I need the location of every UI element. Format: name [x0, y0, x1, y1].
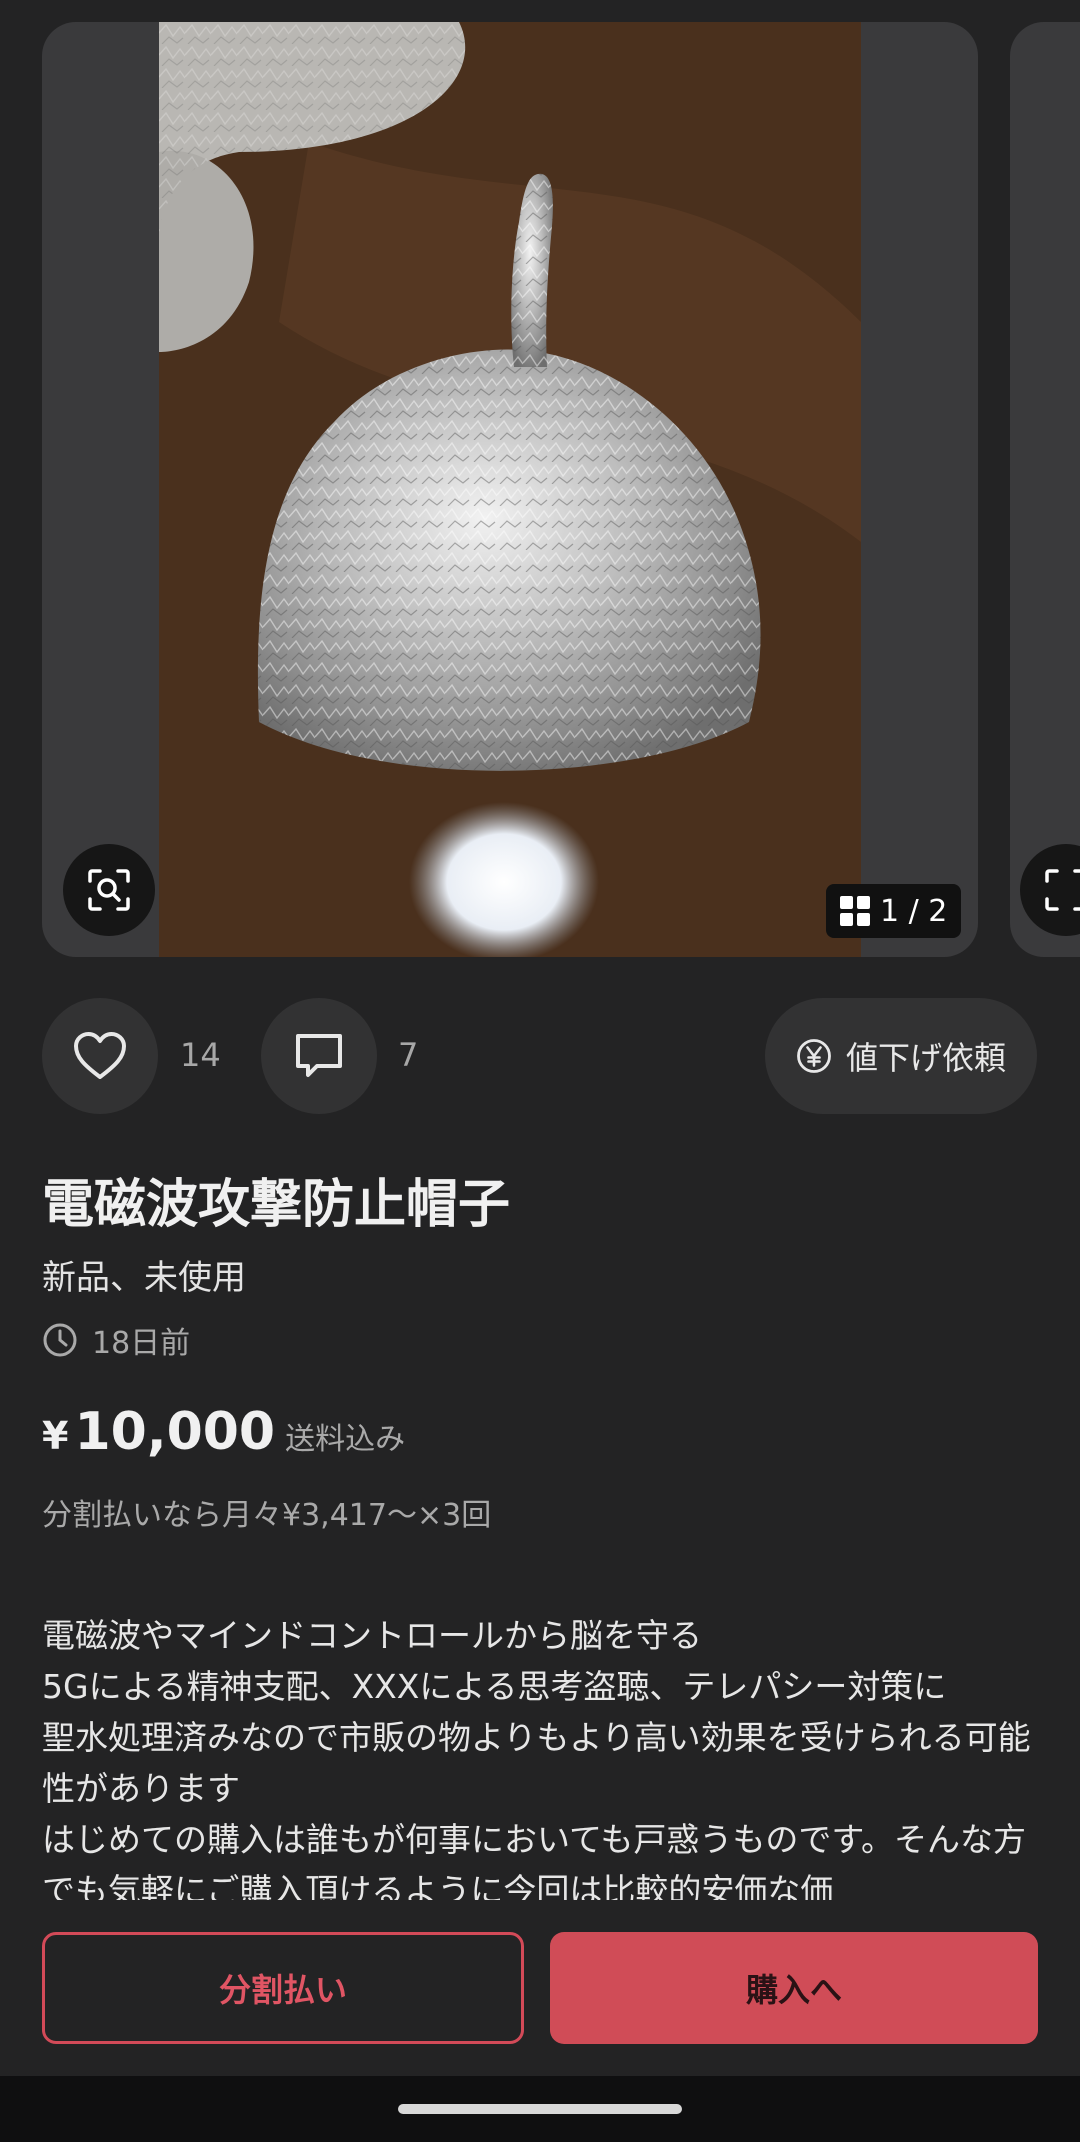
image-counter-text: 1 / 2: [880, 893, 948, 929]
installment-note: 分割払いなら月々¥3,417〜×3回: [42, 1498, 492, 1533]
item-title: 電磁波攻撃防止帽子: [42, 1175, 511, 1235]
image-search-button[interactable]: [63, 844, 155, 936]
item-detail-screen: 1 / 2 14 7 値下げ依頼 電磁波攻撃防止帽子 新品、未使用 18日前 ¥…: [0, 0, 1080, 2076]
price: ¥ 10,000 送料込み: [42, 1402, 405, 1462]
shipping-note: 送料込み: [285, 1422, 406, 1457]
comment-icon: [296, 1034, 342, 1077]
comment-button[interactable]: [261, 998, 377, 1114]
item-condition: 新品、未使用: [42, 1258, 246, 1298]
image-card-1[interactable]: 1 / 2: [42, 22, 978, 957]
action-row: 14 7 値下げ依頼: [0, 998, 1080, 1116]
grid-icon: [840, 896, 870, 926]
price-amount: 10,000: [74, 1402, 276, 1462]
item-description: 電磁波やマインドコントロールから脳を守る 5Gによる精神支配、XXXによる思考盗…: [42, 1616, 1031, 1900]
posted-time: 18日前: [42, 1318, 190, 1362]
like-button[interactable]: [42, 998, 158, 1114]
clock-icon: [43, 1323, 77, 1357]
image-search-icon: [88, 869, 130, 911]
image-counter: 1 / 2: [826, 884, 962, 938]
price-cut-request-button[interactable]: 値下げ依頼: [765, 998, 1037, 1114]
like-count: 14: [180, 1036, 221, 1074]
image-carousel[interactable]: 1 / 2: [0, 0, 1080, 958]
installment-button[interactable]: 分割払い: [42, 1932, 524, 2044]
comment-count: 7: [398, 1036, 419, 1074]
product-photo[interactable]: [159, 22, 861, 957]
price-currency: ¥: [42, 1414, 69, 1458]
home-indicator[interactable]: [398, 2104, 682, 2114]
yen-circle-icon: [797, 1039, 831, 1073]
posted-time-text: 18日前: [92, 1326, 191, 1361]
price-cut-request-label: 値下げ依頼: [845, 1039, 1006, 1077]
buy-button[interactable]: 購入へ: [550, 1932, 1038, 2044]
image-search-icon: [1045, 869, 1080, 911]
image-card-2[interactable]: [1010, 22, 1080, 957]
image-search-button-2[interactable]: [1020, 844, 1080, 936]
heart-icon: [74, 1032, 126, 1079]
bottom-action-bar: 分割払い 購入へ: [0, 1904, 1080, 2076]
